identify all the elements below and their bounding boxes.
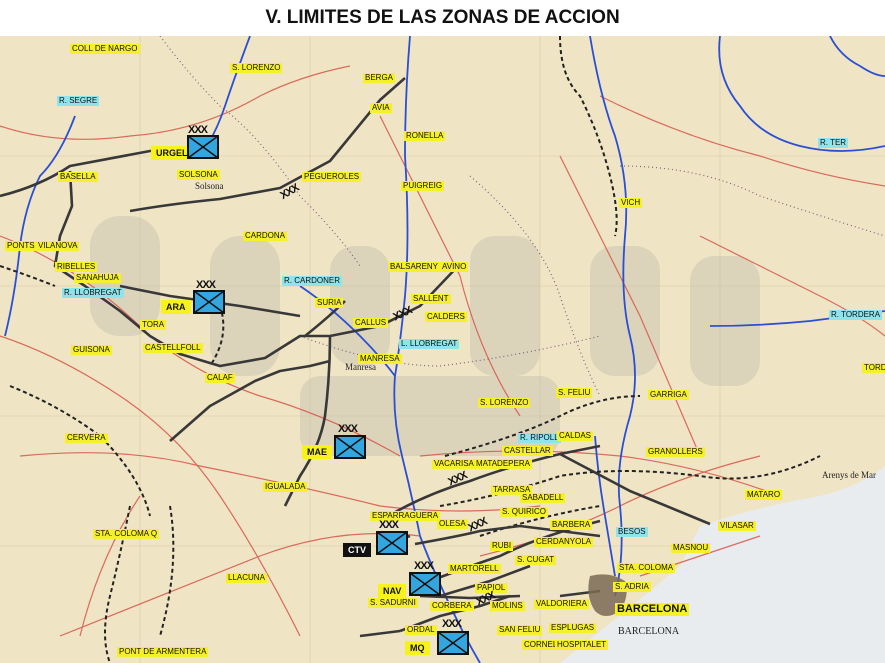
place-calaf: CALAF <box>205 373 235 383</box>
river-l-llobregat-label: L. LLOBREGAT <box>399 339 460 349</box>
place-torde: TORDE <box>862 363 885 373</box>
place-berga: BERGA <box>363 73 396 83</box>
place-puigreig: PUIGREIG <box>401 181 445 191</box>
place-s-adria: S. ADRIA <box>613 582 651 592</box>
place-hospitalet: HOSPITALET <box>555 640 609 650</box>
unit-ctv-label: CTV <box>343 543 371 557</box>
river-segre-label: R. SEGRE <box>57 96 100 106</box>
place-sanahuja: SANAHUJA <box>74 273 121 283</box>
place-matadepera: MATADEPERA <box>474 459 532 469</box>
unit-nav-symbol[interactable] <box>409 572 441 596</box>
place-suria: SURIA <box>315 298 344 308</box>
place-coll-de-nargo: COLL DE NARGO <box>70 44 140 54</box>
place-ribelles: RIBELLES <box>55 262 98 272</box>
unit-mq-echelon: XXX <box>442 618 462 630</box>
place-basella: BASELLA <box>58 172 98 182</box>
unit-urgel-symbol[interactable] <box>187 135 219 159</box>
place-cerdanyola: CERDANYOLA <box>534 537 594 547</box>
map-title: V. LIMITES DE LAS ZONAS DE ACCION <box>0 0 885 36</box>
unit-nav-echelon: XXX <box>414 560 434 572</box>
place-vilasar: VILASAR <box>718 521 756 531</box>
place-ronella: RONELLA <box>404 131 446 141</box>
river-tordera-label: R. TORDERA <box>829 310 883 320</box>
unit-nav-label: NAV <box>378 584 407 598</box>
place-castellar: CASTELLAR <box>502 446 553 456</box>
operations-map[interactable]: R. SEGRE R. TER R. CARDONER R. LLOBREGAT… <box>0 36 885 663</box>
river-besos-label: BESOS <box>616 527 648 537</box>
place-balsareny: BALSARENY <box>388 262 441 272</box>
river-ripoll-label: R. RIPOLL <box>518 433 561 443</box>
unit-ara-label: ARA <box>161 300 191 314</box>
place-igualada: IGUALADA <box>263 482 308 492</box>
unit-mq-label: MQ <box>405 641 430 655</box>
place-santa-coloma-q: STA. COLOMA Q <box>93 529 160 539</box>
unit-ara-symbol[interactable] <box>193 290 225 314</box>
unit-ctv-echelon: XXX <box>379 519 399 531</box>
map-print-solsona: Solsona <box>195 181 224 191</box>
place-masnou: MASNOU <box>671 543 711 553</box>
place-granollers: GRANOLLERS <box>646 447 705 457</box>
place-martorell: MARTORELL <box>448 564 501 574</box>
place-avia: AVIA <box>370 103 392 113</box>
place-callus: CALLUS <box>353 318 389 328</box>
place-tora: TORA <box>140 320 167 330</box>
place-valdoriera: VALDORIERA <box>534 599 589 609</box>
place-barbera: BARBERA <box>550 520 593 530</box>
place-olesa: OLESA <box>437 519 468 529</box>
place-mataro: MATARO <box>745 490 783 500</box>
place-pont-de-armentera: PONT DE ARMENTERA <box>117 647 209 657</box>
place-s-feliu: S. FELIU <box>556 388 593 398</box>
place-barcelona: BARCELONA <box>615 603 690 616</box>
place-cardona: CARDONA <box>243 231 288 241</box>
place-sallent: SALLENT <box>411 294 451 304</box>
place-solsona: SOLSONA <box>177 170 220 180</box>
place-corbera: CORBERA <box>430 601 474 611</box>
map-print-barcelona: BARCELONA <box>618 626 680 637</box>
unit-mae-symbol[interactable] <box>334 435 366 459</box>
place-rubi: RUBI <box>490 541 514 551</box>
place-sta-coloma: STA. COLOMA <box>617 563 676 573</box>
place-ponts: PONTS <box>5 241 37 251</box>
place-san-feliu: SAN FELIU <box>497 625 543 635</box>
place-s-cugat: S. CUGAT <box>515 555 557 565</box>
unit-ctv-symbol[interactable] <box>376 531 408 555</box>
place-cervera: CERVERA <box>65 433 108 443</box>
place-caldas: CALDAS <box>557 431 594 441</box>
river-ter-label: R. TER <box>818 138 849 148</box>
place-ordal: ORDAL <box>405 625 437 635</box>
place-llacuna: LLACUNA <box>226 573 267 583</box>
place-avino: AVINO <box>440 262 469 272</box>
place-s-quirico: S. QUIRICO <box>500 507 549 517</box>
place-pegueroles: PEGUEROLES <box>302 172 362 182</box>
unit-mq-symbol[interactable] <box>437 631 469 655</box>
place-castellfollit: CASTELLFOLL <box>143 343 203 353</box>
place-molins: MOLINS <box>490 601 525 611</box>
unit-mae-echelon: XXX <box>338 423 358 435</box>
place-vich: VICH <box>619 198 643 208</box>
place-s-sadurni: S. SADURNI <box>368 598 418 608</box>
map-print-arenys: Arenys de Mar <box>822 470 876 480</box>
place-sabadell: SABADELL <box>520 493 566 503</box>
map-print-manresa: Manresa <box>345 362 376 372</box>
place-calders: CALDERS <box>425 312 467 322</box>
place-guisona: GUISONA <box>71 345 112 355</box>
unit-mae-label: MAE <box>302 445 332 459</box>
place-garriga: GARRIGA <box>648 390 689 400</box>
place-s-lorenzo-south: S. LORENZO <box>478 398 531 408</box>
place-s-lorenzo-north: S. LORENZO <box>230 63 283 73</box>
river-cardoner-label: R. CARDONER <box>282 276 343 286</box>
place-esplugas: ESPLUGAS <box>549 623 597 633</box>
place-vilanova: VILANOVA <box>36 241 80 251</box>
river-llobregat-label: R. LLOBREGAT <box>62 288 124 298</box>
